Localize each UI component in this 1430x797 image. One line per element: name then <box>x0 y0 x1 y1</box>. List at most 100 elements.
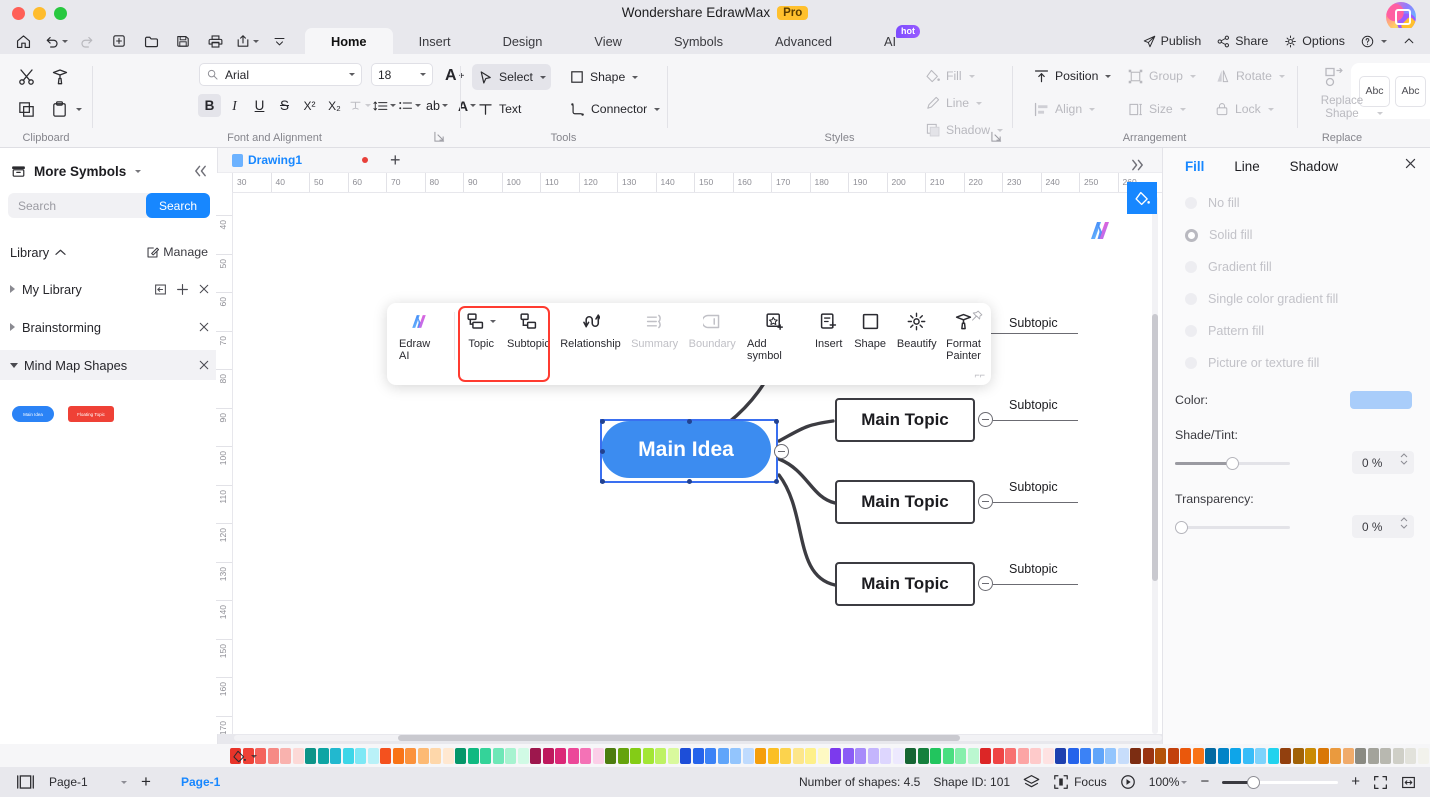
canvas-vertical-scrollbar[interactable] <box>1152 314 1158 581</box>
palette-swatch[interactable] <box>1317 747 1329 764</box>
font-size-input[interactable]: 18 <box>371 63 433 86</box>
palette-swatch[interactable] <box>630 747 641 764</box>
zoom-level-display[interactable]: 100% <box>1149 775 1188 789</box>
palette-swatch[interactable] <box>830 747 841 764</box>
palette-swatch[interactable] <box>1117 747 1129 764</box>
palette-swatch[interactable] <box>530 747 541 764</box>
add-page-button[interactable]: + <box>141 773 151 790</box>
ctx-insert-button[interactable]: Insert <box>809 312 849 350</box>
fill-option-gradient-fill[interactable]: Gradient fill <box>1185 260 1272 274</box>
new-document-tab-button[interactable]: + <box>390 151 401 169</box>
undo-icon[interactable] <box>40 29 70 53</box>
palette-swatch[interactable] <box>867 747 879 764</box>
main-topic-3-collapse-toggle[interactable] <box>978 576 993 591</box>
zoom-in-button[interactable]: + <box>1351 774 1360 789</box>
options-button[interactable]: Options <box>1277 32 1351 51</box>
palette-swatch[interactable] <box>592 747 604 764</box>
palette-swatch[interactable] <box>430 747 441 764</box>
page-panel-toggle-icon[interactable] <box>16 774 35 790</box>
collapse-ribbon-button[interactable] <box>1396 32 1422 50</box>
palette-swatch[interactable] <box>580 747 591 764</box>
export-share-icon[interactable] <box>232 29 262 53</box>
tab-advanced[interactable]: Advanced <box>749 28 858 54</box>
palette-swatch[interactable] <box>342 747 354 764</box>
transparency-stepper[interactable] <box>1400 517 1408 529</box>
palette-swatch[interactable] <box>1330 747 1341 764</box>
palette-swatch[interactable] <box>967 747 979 764</box>
palette-swatch[interactable] <box>492 747 504 764</box>
close-icon[interactable] <box>198 359 210 371</box>
customize-quick-access-icon[interactable] <box>264 29 294 53</box>
underline-button[interactable]: U <box>248 94 271 117</box>
subtopic-label[interactable]: Subtopic <box>1009 480 1058 494</box>
fill-tool-chip[interactable] <box>1127 182 1157 214</box>
palette-swatch[interactable] <box>380 747 391 764</box>
palette-swatch[interactable] <box>1230 747 1241 764</box>
palette-swatch[interactable] <box>1417 747 1429 764</box>
palette-swatch[interactable] <box>1367 747 1379 764</box>
palette-swatch[interactable] <box>980 747 991 764</box>
copy-button[interactable] <box>12 96 41 122</box>
palette-swatch[interactable] <box>1280 747 1291 764</box>
palette-swatch[interactable] <box>505 747 516 764</box>
drawing-canvas[interactable]: Subtopic Main Idea Main Topic Subtopic M… <box>233 193 1162 734</box>
styles-dialog-launcher[interactable] <box>991 131 1002 142</box>
palette-swatch[interactable] <box>655 747 666 764</box>
sidebar-item-my-library[interactable]: My Library <box>0 274 218 304</box>
palette-swatch[interactable] <box>1292 747 1304 764</box>
transparency-value-input[interactable]: 0 % <box>1352 515 1414 538</box>
ctx-relationship-button[interactable]: Relationship <box>555 312 626 350</box>
palette-swatch[interactable] <box>417 747 429 764</box>
font-family-input[interactable]: Arial <box>199 63 362 86</box>
ctx-topic-button[interactable]: Topic <box>461 312 502 350</box>
size-button[interactable]: Size <box>1122 96 1191 122</box>
palette-swatch[interactable] <box>1167 747 1179 764</box>
replace-shape-icon[interactable] <box>1324 66 1346 88</box>
palette-swatch[interactable] <box>467 747 479 764</box>
palette-swatch[interactable] <box>730 747 741 764</box>
palette-swatch[interactable] <box>1005 747 1016 764</box>
palette-swatch[interactable] <box>642 747 654 764</box>
close-format-panel-button[interactable] <box>1404 157 1417 170</box>
collapse-triangle-icon[interactable] <box>10 362 18 368</box>
fill-option-no-fill[interactable]: No fill <box>1185 196 1240 210</box>
shape-tool-button[interactable]: Shape <box>564 64 643 90</box>
shape-thumb-main-idea[interactable]: Main Idea <box>12 406 54 422</box>
tab-view[interactable]: View <box>568 28 648 54</box>
palette-swatch[interactable] <box>1080 747 1091 764</box>
palette-swatch[interactable] <box>542 747 554 764</box>
clear-format-button[interactable] <box>348 94 371 117</box>
palette-swatch[interactable] <box>767 747 779 764</box>
home-icon[interactable] <box>8 29 38 53</box>
connector-tool-button[interactable]: Connector <box>564 96 665 122</box>
page-selector[interactable]: Page-1 <box>49 775 115 789</box>
subtopic-label[interactable]: Subtopic <box>1009 562 1058 576</box>
collapse-left-panel-button[interactable] <box>193 164 208 178</box>
palette-swatch[interactable] <box>1205 747 1216 764</box>
chevron-up-icon[interactable] <box>55 248 66 257</box>
close-icon[interactable] <box>198 283 210 295</box>
main-topic-1-collapse-toggle[interactable] <box>978 412 993 427</box>
palette-swatch[interactable] <box>805 747 816 764</box>
layers-icon[interactable] <box>1023 774 1040 790</box>
palette-swatch[interactable] <box>1055 747 1066 764</box>
palette-swatch[interactable] <box>455 747 466 764</box>
palette-swatch[interactable] <box>780 747 791 764</box>
palette-swatch[interactable] <box>1067 747 1079 764</box>
palette-swatch[interactable] <box>1405 747 1416 764</box>
page-selector-dropdown-icon[interactable] <box>121 780 127 784</box>
search-input[interactable]: Search <box>18 199 56 213</box>
active-page-tab[interactable]: Page-1 <box>181 775 220 789</box>
search-button[interactable]: Search <box>145 193 210 218</box>
tab-shadow[interactable]: Shadow <box>1290 159 1338 174</box>
palette-swatch[interactable] <box>717 747 729 764</box>
replace-shape-button[interactable]: Replace Shape <box>1297 94 1387 120</box>
shade-tint-stepper[interactable] <box>1400 453 1408 465</box>
radio-no-fill[interactable] <box>1185 197 1197 209</box>
ctx-edraw-ai-button[interactable]: Edraw AI <box>393 312 448 362</box>
rotate-button[interactable]: Rotate <box>1209 63 1290 89</box>
ctx-summary-button[interactable]: Summary <box>626 312 684 350</box>
superscript-button[interactable]: X² <box>298 94 321 117</box>
tab-design[interactable]: Design <box>477 28 569 54</box>
palette-swatch[interactable] <box>405 747 416 764</box>
